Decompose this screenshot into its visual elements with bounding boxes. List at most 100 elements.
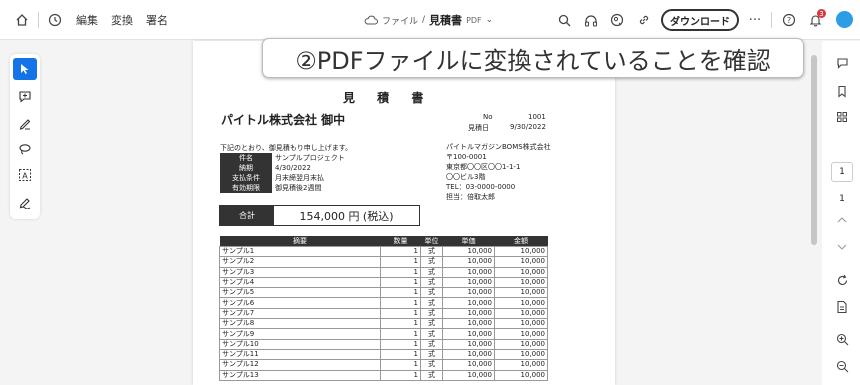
search-icon[interactable] (554, 10, 574, 30)
menu-edit[interactable]: 編集 (76, 12, 98, 28)
rotate-icon[interactable] (832, 270, 852, 290)
toolbar-divider (771, 12, 772, 28)
headphones-icon[interactable] (581, 10, 601, 30)
help-icon[interactable]: ? (779, 10, 799, 30)
line-items-table: 摘要 数量 単位 単価 金額 サンプル1 1 式 10,000 10,000 サンプル2 1 式 10,… (219, 236, 548, 381)
share-icon[interactable] (607, 10, 627, 30)
column-header: 金額 (494, 236, 548, 247)
select-tool-icon[interactable] (13, 58, 37, 80)
issuer-line: パイトルマガジンBOMS株式会社 (446, 143, 551, 151)
document-info-icon[interactable] (832, 297, 852, 317)
info-key: 納期 (220, 163, 272, 173)
cloud-icon (364, 15, 378, 25)
table-cell: 式 (420, 297, 443, 309)
table-cell: 1 (380, 318, 421, 330)
table-cell: サンプル10 (219, 338, 381, 350)
project-info-table: 件名 サンプルプロジェクト 納期 4/30/2022 支払条件 月末締翌月末払 有効期… (220, 153, 348, 193)
breadcrumb[interactable]: ファイル / 見積書 PDF ⌄ (364, 12, 493, 28)
breadcrumb-separator: / (422, 15, 426, 25)
issuer-line: 〇〇ビル3階 (446, 173, 486, 181)
text-select-icon[interactable]: A (13, 164, 37, 186)
table-cell: 式 (420, 318, 443, 330)
table-cell: サンプル4 (219, 276, 381, 289)
table-cell: 1 (380, 297, 421, 309)
thumbnails-icon[interactable] (832, 107, 852, 127)
zoom-out-icon[interactable] (832, 356, 852, 376)
table-row: サンプル3 1 式 10,000 10,000 (219, 266, 548, 278)
table-cell: 式 (420, 328, 443, 340)
table-row: サンプル13 1 式 10,000 10,000 (219, 369, 548, 381)
table-cell: 10,000 (442, 348, 495, 361)
table-cell: 式 (420, 359, 443, 371)
info-value: 4/30/2022 (275, 164, 311, 172)
download-button[interactable]: ダウンロード (661, 9, 739, 31)
link-icon[interactable] (634, 10, 654, 30)
table-cell: 式 (420, 245, 443, 258)
table-row: サンプル9 1 式 10,000 10,000 (219, 328, 548, 340)
file-name[interactable]: 見積書 (429, 12, 462, 28)
table-cell: 10,000 (494, 276, 548, 289)
history-icon[interactable] (45, 10, 65, 30)
table-cell: 式 (420, 276, 443, 289)
bookmark-icon[interactable] (832, 81, 852, 101)
draw-tool-icon[interactable] (13, 112, 37, 134)
total-value: 154,000 円 (税込) (299, 209, 394, 223)
vertical-scrollbar[interactable] (810, 47, 818, 383)
menu-convert[interactable]: 変換 (111, 12, 133, 28)
table-cell: 10,000 (494, 359, 548, 371)
chevron-up-icon[interactable] (832, 209, 852, 229)
avatar[interactable] (836, 11, 853, 28)
chevron-down-icon[interactable]: ⌄ (486, 15, 494, 25)
table-cell: 10,000 (442, 359, 495, 371)
sign-tool-icon[interactable] (13, 191, 37, 213)
column-header: 摘要 (219, 236, 381, 247)
home-icon[interactable] (12, 10, 32, 30)
table-cell: 10,000 (442, 328, 495, 340)
notification-badge: 3 (817, 9, 826, 18)
table-cell: 10,000 (494, 256, 548, 268)
table-cell: 式 (420, 348, 443, 361)
table-cell: 1 (380, 348, 421, 361)
comments-panel-icon[interactable] (832, 53, 852, 73)
table-cell: 10,000 (494, 318, 548, 330)
table-cell: 1 (380, 266, 421, 278)
column-header: 単位 (420, 236, 443, 247)
table-cell: 10,000 (494, 287, 548, 299)
scrollbar-thumb[interactable] (811, 55, 817, 245)
table-cell: 式 (420, 266, 443, 278)
table-cell: 10,000 (442, 369, 495, 381)
svg-text:A: A (22, 172, 28, 181)
info-value: 月末締翌月末払 (275, 174, 324, 182)
table-cell: サンプル9 (219, 328, 381, 340)
total-label: 合計 (220, 206, 274, 225)
table-cell: 10,000 (442, 256, 495, 268)
page-number-input[interactable]: 1 (831, 162, 853, 182)
chevron-down-icon[interactable] (832, 237, 852, 257)
more-options-icon[interactable]: ··· (745, 10, 765, 30)
total-box: 合計 154,000 円 (税込) (219, 205, 420, 226)
comment-tool-icon[interactable] (13, 85, 37, 107)
table-cell: 10,000 (442, 307, 495, 320)
no-label: No (483, 113, 493, 121)
table-cell: 1 (380, 338, 421, 350)
table-cell: サンプル5 (219, 287, 381, 299)
table-row: サンプル12 1 式 10,000 10,000 (219, 359, 548, 371)
table-cell: サンプル13 (219, 369, 381, 381)
table-cell: 式 (420, 256, 443, 268)
table-row: サンプル1 1 式 10,000 10,000 (219, 245, 548, 258)
table-row: サンプル7 1 式 10,000 10,000 (219, 307, 548, 320)
table-cell: 10,000 (442, 266, 495, 278)
zoom-in-icon[interactable] (832, 329, 852, 349)
info-key: 有効期限 (220, 183, 272, 193)
table-row: サンプル4 1 式 10,000 10,000 (219, 276, 548, 289)
breadcrumb-folder[interactable]: ファイル (382, 14, 418, 27)
menu-sign[interactable]: 署名 (146, 12, 168, 28)
right-rail: 1 1 (822, 41, 860, 385)
instruction-callout: ②PDFファイルに変換されていることを確認 (262, 38, 804, 78)
column-header: 数量 (380, 236, 421, 247)
lasso-tool-icon[interactable] (13, 138, 37, 160)
table-cell: 1 (380, 359, 421, 371)
table-cell: サンプル3 (219, 266, 381, 278)
top-toolbar: 編集 変換 署名 ファイル / 見積書 PDF ⌄ ダウンロード ··· ? 3 (0, 0, 860, 40)
issuer-line: 東京都〇〇区〇〇1-1-1 (446, 163, 521, 171)
